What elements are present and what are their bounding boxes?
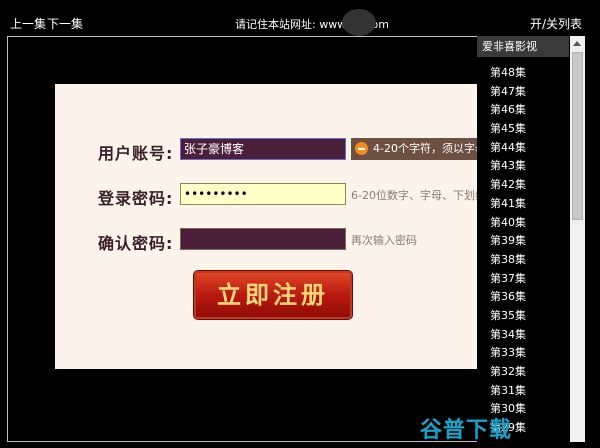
top-bar: 上一集 下一集 请记住本站网址: www.a i.com 开/关列表 <box>0 0 600 36</box>
episode-item[interactable]: 第43集 <box>490 157 526 176</box>
password-row: 登录密码: ••••••••• 6-20位数字、字母、下划线 <box>55 183 477 208</box>
episode-item[interactable]: 第47集 <box>490 83 526 102</box>
password-hint: 6-20位数字、字母、下划线 <box>351 189 477 202</box>
episode-item[interactable]: 第32集 <box>490 363 526 382</box>
episode-item[interactable]: 第42集 <box>490 176 526 195</box>
confirm-password-label: 确认密码: <box>98 234 174 253</box>
watermark-logo: 谷普下载 <box>420 418 513 443</box>
next-episode-link[interactable]: 下一集 <box>47 15 83 32</box>
episode-item[interactable]: 第35集 <box>490 307 526 326</box>
scroll-thumb[interactable] <box>572 52 583 220</box>
episode-item[interactable]: 第48集 <box>490 64 526 83</box>
username-error-hint: 4-20个字符，须以字母 <box>351 138 477 160</box>
episode-item[interactable]: 第38集 <box>490 251 526 270</box>
episode-item[interactable]: 第39集 <box>490 232 526 251</box>
episode-item[interactable]: 第45集 <box>490 120 526 139</box>
episode-item[interactable]: 第41集 <box>490 195 526 214</box>
toggle-list-button[interactable]: 开/关列表 <box>530 15 582 32</box>
confirm-password-input[interactable] <box>180 228 346 250</box>
error-icon <box>355 142 368 155</box>
episode-item[interactable]: 第40集 <box>490 214 526 233</box>
episode-item[interactable]: 第31集 <box>490 382 526 401</box>
episode-list: 第48集 第47集 第46集 第45集 第44集 第43集 第42集 第41集 第40集 第39集… <box>490 64 526 438</box>
scroll-up-icon[interactable] <box>573 41 581 46</box>
episode-item[interactable]: 第44集 <box>490 139 526 158</box>
episode-item[interactable]: 第34集 <box>490 326 526 345</box>
username-label: 用户账号: <box>98 144 174 163</box>
episode-item[interactable]: 第46集 <box>490 101 526 120</box>
episode-item[interactable]: 第33集 <box>490 344 526 363</box>
episode-list-panel: 爱非喜影视 第48集 第47集 第46集 第45集 第44集 第43集 第42集 第41集 第4… <box>477 36 585 442</box>
episode-item[interactable]: 第37集 <box>490 270 526 289</box>
username-input[interactable]: 张子豪博客 <box>180 138 346 160</box>
episode-panel-title: 爱非喜影视 <box>477 36 569 57</box>
register-button[interactable]: 立即注册 <box>194 271 352 319</box>
password-label: 登录密码: <box>98 189 174 208</box>
confirm-password-row: 确认密码: 再次输入密码 <box>55 228 477 253</box>
url-redaction-mask <box>342 9 376 36</box>
username-row: 用户账号: 张子豪博客 4-20个字符，须以字母 <box>55 138 477 163</box>
confirm-password-hint: 再次输入密码 <box>351 234 417 247</box>
username-error-text: 4-20个字符，须以字母 <box>373 142 477 155</box>
episode-item[interactable]: 第36集 <box>490 288 526 307</box>
scrollbar[interactable] <box>570 36 585 442</box>
registration-form: 用户账号: 张子豪博客 4-20个字符，须以字母 登录密码: •••••••••… <box>55 84 477 369</box>
previous-episode-link[interactable]: 上一集 <box>10 15 46 32</box>
password-input[interactable]: ••••••••• <box>180 183 346 205</box>
